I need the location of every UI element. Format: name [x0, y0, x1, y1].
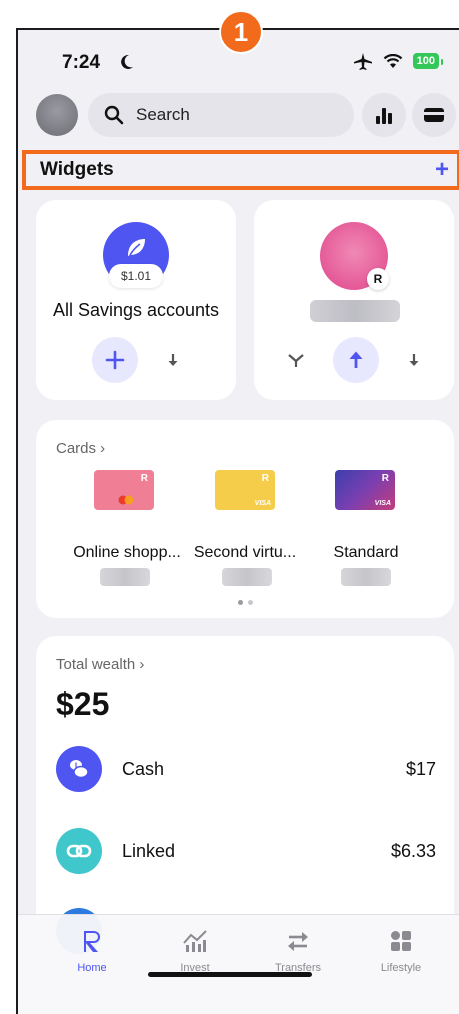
- transfer-icon: [288, 932, 308, 951]
- moon-icon: [121, 54, 133, 69]
- savings-amount: $1.01: [109, 264, 163, 288]
- cards-button[interactable]: [412, 93, 456, 137]
- tab-transfers[interactable]: Transfers: [258, 929, 338, 974]
- blurred-balance: [222, 568, 272, 586]
- grid-icon: [391, 931, 411, 951]
- contact-widget[interactable]: R: [254, 200, 454, 400]
- plus-icon: [105, 350, 125, 370]
- coins-icon: [56, 746, 102, 792]
- link-icon: [56, 828, 102, 874]
- page-dot: [247, 600, 253, 605]
- carousel-dots: [36, 600, 454, 605]
- status-time: 7:24: [62, 52, 101, 73]
- card-name: Online shopp...: [73, 544, 181, 561]
- wealth-row-cash[interactable]: Cash $17: [56, 744, 436, 794]
- chart-icon: [183, 930, 207, 952]
- phone-screen: 7:24 100 Search Widgets + $1.01 All Savi…: [16, 28, 459, 1014]
- leaf-icon: [128, 239, 145, 256]
- add-money-button[interactable]: [92, 337, 138, 383]
- wealth-label: Linked: [122, 840, 176, 861]
- savings-widget[interactable]: $1.01 All Savings accounts: [36, 200, 236, 400]
- mastercard-icon: [118, 495, 134, 505]
- cards-widget: Cards › R R VISA R VISA Online shopp... …: [36, 420, 454, 618]
- airplane-icon: [353, 53, 372, 70]
- tab-bar: Home Invest Transfers Lifestyle: [18, 914, 459, 1014]
- wealth-row-linked[interactable]: Linked $6.33: [56, 826, 436, 876]
- wealth-value: $6.33: [390, 840, 436, 861]
- revolut-logo-icon: R: [261, 473, 269, 484]
- arrow-up-icon: [349, 351, 363, 368]
- widgets-title: Widgets: [40, 159, 114, 180]
- revolut-r-icon: [84, 931, 100, 952]
- tab-lifestyle[interactable]: Lifestyle: [361, 929, 441, 974]
- wealth-label: Cash: [122, 758, 165, 779]
- savings-label: All Savings accounts: [52, 300, 220, 320]
- cards-link[interactable]: Cards ›: [56, 440, 105, 457]
- card-thumbnail-online[interactable]: R: [94, 470, 154, 510]
- request-arrow-icon[interactable]: [407, 352, 421, 368]
- blurred-balance: [100, 568, 150, 586]
- tab-label: Lifestyle: [380, 962, 422, 974]
- home-indicator[interactable]: [148, 972, 312, 977]
- revolut-logo-icon: R: [381, 473, 389, 484]
- savings-actions: [36, 337, 236, 383]
- search-icon: [104, 105, 124, 125]
- credit-card-icon: [424, 108, 444, 122]
- analytics-button[interactable]: [362, 93, 406, 137]
- blurred-balance: [341, 568, 391, 586]
- revolut-badge-icon: R: [367, 268, 389, 290]
- revolut-logo-icon: R: [140, 473, 148, 484]
- search-placeholder: Search: [136, 105, 190, 124]
- tab-label: Home: [77, 962, 107, 974]
- status-icons: 100: [353, 52, 444, 70]
- card-thumbnail-standard[interactable]: R VISA: [335, 470, 395, 510]
- contact-actions: [254, 337, 454, 383]
- total-wealth-amount: $25: [56, 686, 110, 722]
- page-dot: [237, 600, 243, 605]
- add-widget-button[interactable]: +: [435, 158, 449, 182]
- card-name: Standard: [333, 544, 399, 561]
- widgets-header: Widgets +: [22, 150, 459, 190]
- search-input[interactable]: Search: [88, 93, 354, 137]
- card-thumbnail-second[interactable]: R VISA: [215, 470, 275, 510]
- total-wealth-link[interactable]: Total wealth ›: [56, 656, 144, 673]
- battery-indicator: 100: [412, 53, 444, 69]
- top-bar: Search: [36, 93, 456, 137]
- send-money-button[interactable]: [333, 337, 379, 383]
- visa-icon: VISA: [374, 500, 391, 507]
- step-annotation-badge: 1: [219, 10, 263, 54]
- withdraw-arrow-icon[interactable]: [166, 352, 180, 368]
- bar-chart-icon: [376, 108, 392, 124]
- wifi-icon: [383, 53, 402, 68]
- visa-icon: VISA: [254, 500, 271, 507]
- profile-avatar[interactable]: [36, 94, 78, 136]
- tab-home[interactable]: Home: [52, 929, 132, 974]
- split-icon[interactable]: [287, 352, 305, 368]
- tab-invest[interactable]: Invest: [155, 929, 235, 974]
- wealth-value: $17: [405, 758, 436, 779]
- blurred-contact-name: [310, 300, 400, 322]
- card-name: Second virtu...: [193, 544, 297, 561]
